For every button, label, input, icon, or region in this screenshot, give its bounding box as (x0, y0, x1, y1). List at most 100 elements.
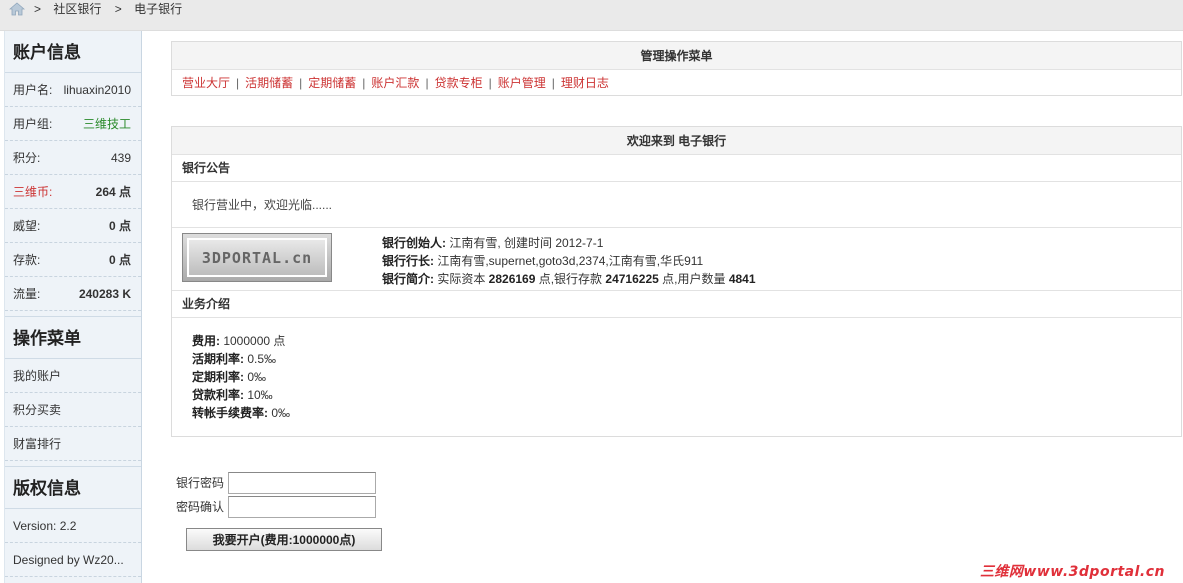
welcome-title: 欢迎来到 电子银行 (172, 127, 1181, 155)
designer-text: Designed by Wz20... (5, 543, 141, 577)
usergroup-label: 用户组: (13, 117, 53, 131)
fixed-rate-line: 定期利率: 0‰ (192, 368, 1161, 386)
fixed-rate-value: 0‰ (244, 370, 267, 384)
link-fixed-deposit[interactable]: 定期储蓄 (308, 76, 356, 90)
traffic-row: 流量: 240283 K (5, 277, 141, 311)
business-info: 费用: 1000000 点 活期利率: 0.5‰ 定期利率: 0‰ 贷款利率: … (172, 318, 1181, 436)
loan-rate-line: 贷款利率: 10‰ (192, 386, 1161, 404)
loan-rate-label: 贷款利率: (192, 388, 244, 402)
breadcrumb-separator: > (114, 2, 122, 16)
points-value: 439 (110, 151, 131, 165)
deposit-label: 存款: (13, 253, 41, 267)
loan-rate-value: 10‰ (244, 388, 273, 402)
notice-heading: 银行公告 (172, 155, 1181, 182)
account-info-title: 账户信息 (5, 31, 141, 73)
manage-menu-title: 管理操作菜单 (172, 42, 1181, 70)
welcome-panel: 欢迎来到 电子银行 银行公告 银行营业中，欢迎光临...... 3DPORTAL… (171, 126, 1182, 437)
transfer-fee-label: 转帐手续费率: (192, 406, 268, 420)
confirm-row: 密码确认 (176, 495, 376, 518)
bank-info-lines: 银行创始人: 江南有雪, 创建时间 2012-7-1 银行行长: 江南有雪,su… (382, 234, 756, 288)
breadcrumb-separator: > (34, 2, 42, 16)
username-label: 用户名: (13, 83, 53, 97)
deposit-value: 0 点 (108, 253, 131, 267)
intro-users: 4841 (728, 272, 756, 286)
manage-menu-links: 营业大厅 | 活期储蓄 | 定期储蓄 | 账户汇款 | 贷款专柜 | 账户管理 | 理财日志 (172, 70, 1181, 96)
username-row: 用户名: lihuaxin2010 (5, 73, 141, 107)
intro-users-prefix: 点,用户数量 (658, 272, 729, 286)
founder-value: 江南有雪, 创建时间 2012-7-1 (446, 236, 604, 250)
usergroup-value[interactable]: 三维技工 (83, 107, 131, 140)
link-remittance[interactable]: 账户汇款 (371, 76, 419, 90)
sidebar-item-my-account[interactable]: 我的账户 (5, 359, 141, 393)
link-separator: | (551, 76, 555, 90)
traffic-value: 240283 K (78, 287, 131, 301)
intro-line: 银行简介: 实际资本 2826169 点,银行存款 24716225 点,用户数… (382, 270, 756, 288)
password-row: 银行密码 (176, 471, 376, 494)
copyright-title: 版权信息 (5, 467, 141, 509)
username-value: lihuaxin2010 (63, 83, 131, 97)
president-label: 银行行长: (382, 254, 434, 268)
confirm-label: 密码确认 (176, 500, 225, 514)
business-heading: 业务介绍 (172, 291, 1181, 318)
notice-text: 银行营业中，欢迎光临...... (172, 182, 1181, 228)
intro-label: 银行简介: (382, 272, 434, 286)
deposit-row: 存款: 0 点 (5, 243, 141, 277)
site-watermark: 三维网www.3dportal.cn (979, 564, 1165, 580)
bank-info: 3DPORTAL.cn 银行创始人: 江南有雪, 创建时间 2012-7-1 银… (172, 228, 1181, 291)
prestige-value: 0 点 (108, 219, 131, 233)
link-separator: | (425, 76, 429, 90)
coins-label: 三维币: (13, 185, 53, 199)
demand-rate-value: 0.5‰ (244, 352, 277, 366)
sidebar-item-wealth-ranking[interactable]: 财富排行 (5, 427, 141, 461)
founder-label: 银行创始人: (382, 236, 446, 250)
intro-capital-prefix: 实际资本 (434, 272, 489, 286)
sidebar: 账户信息 用户名: lihuaxin2010 用户组: 三维技工 积分: 439… (4, 31, 142, 583)
version-text: Version: 2.2 (5, 509, 141, 543)
intro-deposit: 24716225 (605, 272, 659, 286)
bank-password-input[interactable] (228, 471, 376, 494)
password-label: 银行密码 (176, 476, 225, 490)
points-row: 积分: 439 (5, 141, 141, 175)
link-lobby[interactable]: 营业大厅 (182, 76, 230, 90)
demand-rate-line: 活期利率: 0.5‰ (192, 350, 1161, 368)
link-separator: | (236, 76, 240, 90)
breadcrumb-community-bank[interactable]: 社区银行 (53, 2, 101, 16)
open-account-form: 银行密码 密码确认 (176, 471, 376, 519)
points-label: 积分: (13, 151, 41, 165)
founder-line: 银行创始人: 江南有雪, 创建时间 2012-7-1 (382, 234, 756, 252)
open-account-button[interactable]: 我要开户(费用:1000000点) (186, 528, 382, 551)
link-account-manage[interactable]: 账户管理 (498, 76, 546, 90)
link-demand-deposit[interactable]: 活期储蓄 (245, 76, 293, 90)
demand-rate-label: 活期利率: (192, 352, 244, 366)
bank-logo: 3DPORTAL.cn (182, 233, 332, 282)
confirm-password-input[interactable] (228, 495, 376, 518)
home-icon[interactable] (8, 2, 26, 16)
prestige-row: 威望: 0 点 (5, 209, 141, 243)
prestige-label: 威望: (13, 219, 41, 233)
usergroup-row: 用户组: 三维技工 (5, 107, 141, 141)
transfer-fee-line: 转帐手续费率: 0‰ (192, 404, 1161, 422)
link-finance-log[interactable]: 理财日志 (561, 76, 609, 90)
traffic-label: 流量: (13, 287, 41, 301)
president-value: 江南有雪,supernet,goto3d,2374,江南有雪,华氏911 (434, 254, 704, 268)
link-loan[interactable]: 贷款专柜 (435, 76, 483, 90)
president-line: 银行行长: 江南有雪,supernet,goto3d,2374,江南有雪,华氏9… (382, 252, 756, 270)
manage-menu-panel: 管理操作菜单 营业大厅 | 活期储蓄 | 定期储蓄 | 账户汇款 | 贷款专柜 | 账户管理 | 理财日… (171, 41, 1182, 96)
intro-deposit-prefix: 点,银行存款 (535, 272, 606, 286)
coins-row: 三维币: 264 点 (5, 175, 141, 209)
sidebar-item-points-trade[interactable]: 积分买卖 (5, 393, 141, 427)
bank-logo-text: 3DPORTAL.cn (187, 238, 327, 277)
fixed-rate-label: 定期利率: (192, 370, 244, 384)
fee-value: 1000000 点 (220, 334, 286, 348)
link-separator: | (299, 76, 303, 90)
link-separator: | (362, 76, 366, 90)
operation-menu-title: 操作菜单 (5, 317, 141, 359)
breadcrumb-ebank[interactable]: 电子银行 (134, 2, 182, 16)
breadcrumb-bar: > 社区银行 > 电子银行 (0, 0, 1183, 31)
fee-line: 费用: 1000000 点 (192, 332, 1161, 350)
transfer-fee-value: 0‰ (268, 406, 291, 420)
breadcrumb: > 社区银行 > 电子银行 (34, 1, 192, 17)
intro-capital: 2826169 (488, 272, 536, 286)
link-separator: | (488, 76, 492, 90)
coins-value: 264 点 (95, 185, 131, 199)
